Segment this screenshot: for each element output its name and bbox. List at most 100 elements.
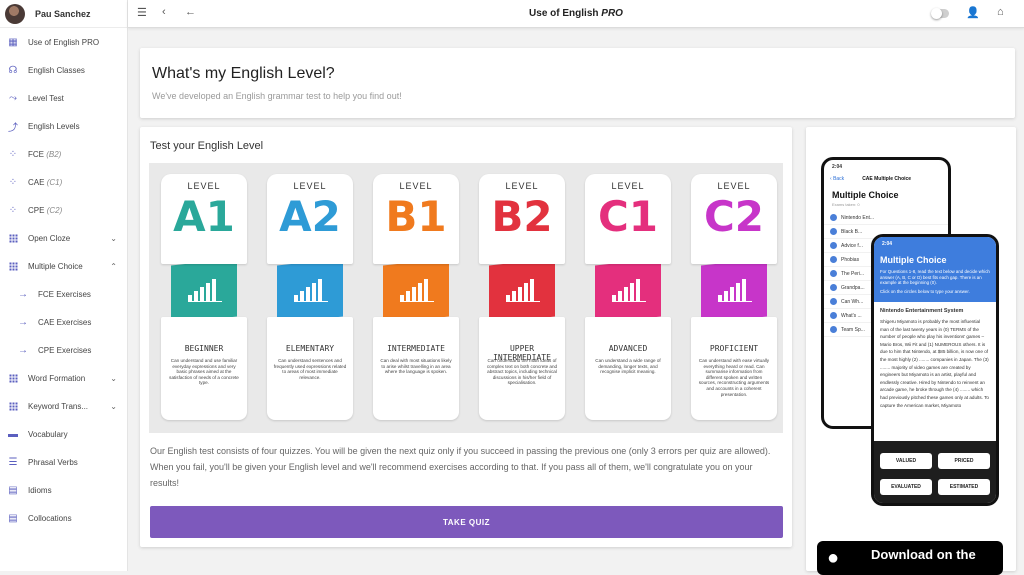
sidebar-item-label: Phrasal Verbs <box>28 457 78 467</box>
sidebar-item-multiple-choice[interactable]: Multiple Choice ⌃ <box>0 252 127 280</box>
sidebar-item-label: CPE <box>28 205 45 215</box>
sidebar-item-tag: (B2) <box>46 149 62 159</box>
sidebar-item-label: CAE Exercises <box>38 317 92 327</box>
level-card-c1: LEVEL C1 ADVANCED Can understand a wide ran… <box>585 174 671 420</box>
sidebar-item-cae[interactable]: ⁘ CAE (C1) <box>0 168 127 196</box>
page-subtitle: We've developed an English grammar test … <box>152 91 402 101</box>
exercise-header: Multiple Choice For Questions 1-8, read … <box>874 251 996 303</box>
level-top: LEVEL A2 <box>267 174 353 264</box>
option-c[interactable]: EVALUATED <box>880 479 932 495</box>
sidebar-item-label: Level Test <box>28 93 64 103</box>
trend-icon: ⤳ <box>9 92 17 104</box>
option-b[interactable]: PRICED <box>938 453 990 469</box>
level-word: LEVEL <box>717 181 751 191</box>
theme-toggle[interactable] <box>931 8 949 19</box>
exam-list-item[interactable]: Nintendo Ent... <box>824 211 948 225</box>
sidebar-item-fce[interactable]: ⁘ FCE (B2) <box>0 140 127 168</box>
sidebar-item-english-classes[interactable]: ☊ English Classes <box>0 56 127 84</box>
sidebar-item-label: FCE <box>28 149 44 159</box>
sidebar-item-cpe[interactable]: ⁘ CPE (C2) <box>0 196 127 224</box>
bubbles-icon: ⁘ <box>8 176 18 188</box>
bar-chart-icon <box>400 278 434 302</box>
level-code: B2 <box>491 192 553 241</box>
bar-chart-icon <box>294 278 328 302</box>
sidebar-item-phrasal-verbs[interactable]: ☰ Phrasal Verbs <box>0 448 127 476</box>
bar-chart-icon <box>506 278 540 302</box>
test-description: Our English test consists of four quizze… <box>150 446 771 488</box>
level-test-card: Test your English Level LEVEL A1 BEGINNER C… <box>140 127 792 547</box>
sidebar-item-label: Vocabulary <box>28 429 68 439</box>
sidebar-item-english-levels[interactable]: ⤴ English Levels <box>0 112 127 140</box>
level-code: A2 <box>279 192 341 241</box>
headphones-icon: ☊ <box>8 64 18 76</box>
notes-icon: ▤ <box>8 484 18 496</box>
level-card-b2: LEVEL B2 UPPER INTERMEDIATE Can understand … <box>479 174 565 420</box>
grid-icon <box>8 373 18 383</box>
level-card-c2: LEVEL C2 PROFICIENT Can understand with eas… <box>691 174 777 420</box>
level-top: LEVEL A1 <box>161 174 247 264</box>
trend-icon: ⤴ <box>8 122 18 134</box>
take-quiz-button[interactable]: TAKE QUIZ <box>150 506 783 538</box>
sidebar-item-label: Idioms <box>28 485 52 495</box>
header-card: What's my English Level? We've developed… <box>140 48 1015 118</box>
sidebar-item-vocabulary[interactable]: ▬ Vocabulary <box>0 420 127 448</box>
level-bottom: INTERMEDIATE Can deal with most situation… <box>373 317 459 420</box>
level-top: LEVEL C1 <box>585 174 671 264</box>
phone-heading: Multiple Choice <box>832 190 899 200</box>
exam-icon <box>830 298 837 305</box>
chevron-up-icon: ⌃ <box>110 261 117 271</box>
apple-icon: ● <box>827 546 840 569</box>
chevron-down-icon: ⌄ <box>110 233 117 243</box>
bar-chart-icon <box>718 278 752 302</box>
level-description: Can understand the main ideas of complex… <box>486 358 558 386</box>
sidebar-item-keyword-transformation[interactable]: Keyword Trans... ⌄ <box>0 392 127 420</box>
level-bottom: ELEMENTARY Can understand sentences and f… <box>267 317 353 420</box>
level-bottom: BEGINNER Can understand and use familiar … <box>161 317 247 420</box>
exam-icon <box>830 214 837 221</box>
sidebar-item-label: Open Cloze <box>28 233 71 243</box>
sidebar-item-word-formation[interactable]: Word Formation ⌄ <box>0 364 127 392</box>
exam-icon <box>830 270 837 277</box>
top-bar: ☰ ‹ ← Use of English PRO 👤 ⌂ <box>128 0 1024 28</box>
level-bottom: ADVANCED Can understand a wide range of d… <box>585 317 671 420</box>
page-title: What's my English Level? <box>152 65 335 82</box>
level-bottom: UPPER INTERMEDIATE Can understand the mai… <box>479 317 565 420</box>
sidebar-item-cpe-exercises[interactable]: → CPE Exercises <box>0 336 127 364</box>
sidebar-item-tag: (C1) <box>46 177 63 187</box>
sidebar-item-label: Word Formation <box>28 373 86 383</box>
sidebar-item-label: Multiple Choice <box>28 261 83 271</box>
home-icon[interactable]: ⌂ <box>997 6 1004 18</box>
account-icon[interactable]: 👤 <box>966 6 980 19</box>
sidebar-item-collocations[interactable]: ▤ Collocations <box>0 504 127 532</box>
level-description: Can understand a wide range of demanding… <box>595 358 661 375</box>
phone-subheading: Exams taken: 0 <box>832 202 860 207</box>
phone-mockup-exercise: 2:04 Multiple Choice For Questions 1-8, … <box>871 234 999 506</box>
sidebar-item-fce-exercises[interactable]: → FCE Exercises <box>0 280 127 308</box>
sidebar-item-use-of-english-pro[interactable]: ▦ Use of English PRO <box>0 28 127 56</box>
sidebar-item-idioms[interactable]: ▤ Idioms <box>0 476 127 504</box>
sidebar-item-cae-exercises[interactable]: → CAE Exercises <box>0 308 127 336</box>
book-icon: ▬ <box>8 428 18 440</box>
sidebar-item-label: FCE Exercises <box>38 289 91 299</box>
sidebar-item-level-test[interactable]: ⤳ Level Test <box>0 84 127 112</box>
level-description: Can deal with most situations likely to … <box>380 358 452 375</box>
level-word: LEVEL <box>293 181 327 191</box>
level-name: ELEMENTARY <box>285 344 335 353</box>
user-name: Pau Sanchez <box>35 8 91 19</box>
sidebar-item-open-cloze[interactable]: Open Cloze ⌄ <box>0 224 127 252</box>
option-a[interactable]: VALUED <box>880 453 932 469</box>
app-title: Use of English PRO <box>529 8 623 19</box>
level-name: INTERMEDIATE <box>387 344 445 353</box>
user-profile[interactable]: Pau Sanchez <box>0 0 127 28</box>
notes-icon: ▤ <box>8 512 18 524</box>
phone-nav: ‹ Back CAE Multiple Choice <box>830 176 912 182</box>
option-d[interactable]: ESTIMATED <box>938 479 990 495</box>
sidebar-item-label: English Classes <box>28 65 85 75</box>
exam-icon <box>830 326 837 333</box>
exam-icon <box>830 256 837 263</box>
grid-icon <box>8 233 18 243</box>
arrow-right-icon: → <box>18 288 28 300</box>
answer-options: VALUED PRICED EVALUATED ESTIMATED <box>874 441 996 503</box>
app-store-badge[interactable]: ● Download on the <box>817 541 1003 575</box>
level-code: A1 <box>173 192 235 241</box>
